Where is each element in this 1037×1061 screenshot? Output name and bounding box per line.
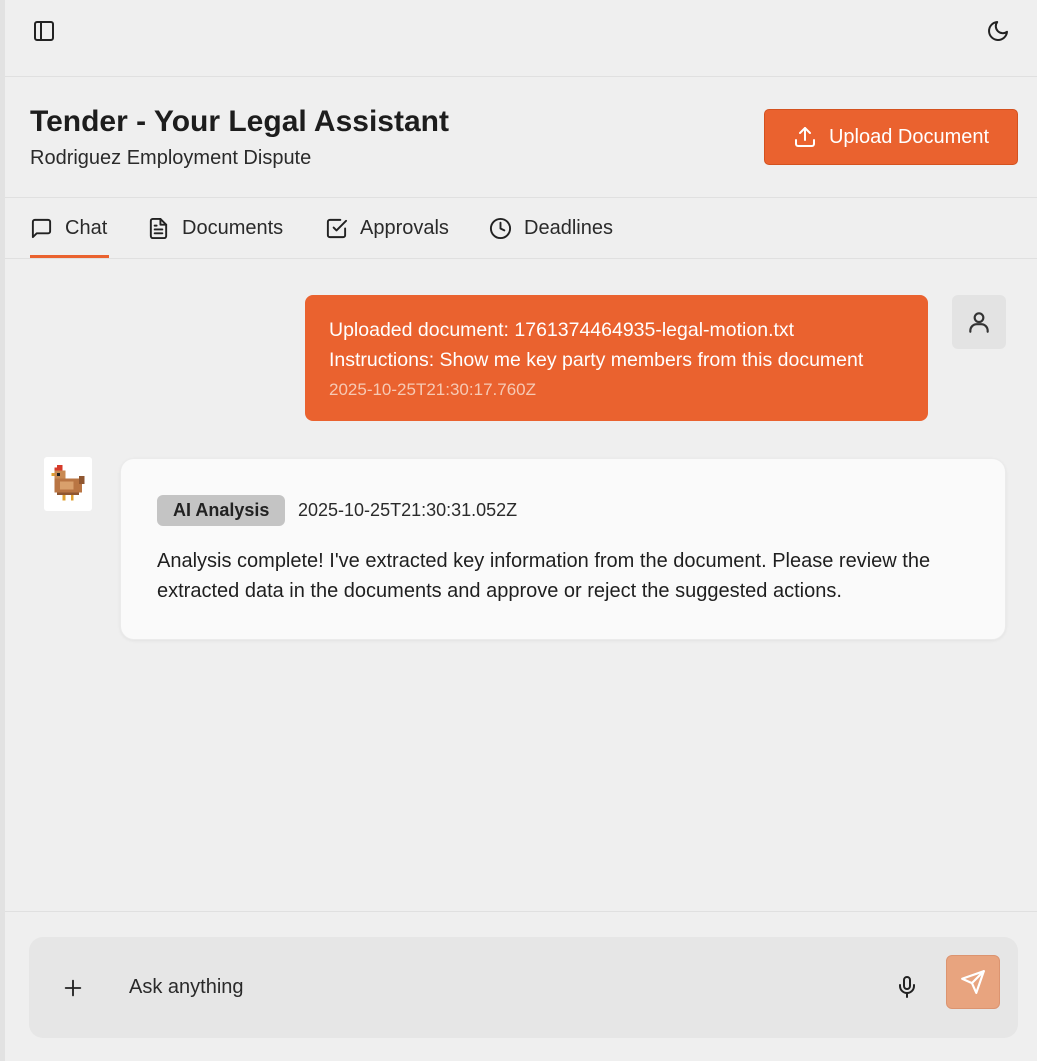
- case-subtitle: Rodriguez Employment Dispute: [30, 147, 312, 169]
- user-message-timestamp: 2025-10-25T21:30:17.760Z: [329, 380, 536, 399]
- upload-document-label: Upload Document: [828, 125, 990, 148]
- chicken-avatar-icon: [51, 464, 85, 501]
- top-bar: [5, 0, 1037, 77]
- tab-chat[interactable]: Chat: [30, 198, 109, 258]
- checkbox-icon: [326, 218, 348, 238]
- tab-documents-label: Documents: [182, 216, 284, 239]
- document-icon: [149, 217, 168, 239]
- tab-documents[interactable]: Documents: [147, 198, 283, 258]
- page-header: Tender - Your Legal Assistant Rodriguez …: [5, 77, 1037, 198]
- plus-icon: [64, 979, 82, 997]
- clock-icon: [489, 217, 512, 239]
- assistant-avatar: [44, 457, 92, 511]
- user-avatar: [952, 295, 1006, 349]
- composer: [29, 937, 1018, 1038]
- app-window: Tender - Your Legal Assistant Rodriguez …: [0, 0, 1037, 1061]
- assistant-message-timestamp: 2025-10-25T21:30:31.052Z: [298, 500, 518, 520]
- upload-document-button[interactable]: Upload Document: [764, 109, 1018, 165]
- upload-icon: [794, 127, 815, 147]
- page-title: Tender - Your Legal Assistant: [30, 105, 449, 138]
- attach-button[interactable]: [59, 974, 87, 1002]
- user-icon: [969, 312, 989, 333]
- chat-bubble-icon: [31, 218, 52, 238]
- user-message-document-line: Uploaded document: 1761374464935-legal-m…: [329, 319, 795, 341]
- send-icon: [961, 970, 985, 994]
- ai-analysis-badge: AI Analysis: [157, 495, 286, 526]
- chat-input[interactable]: [129, 967, 769, 1007]
- sidebar-panel-icon: [34, 21, 54, 41]
- tab-chat-label: Chat: [65, 216, 108, 239]
- microphone-button[interactable]: [893, 969, 921, 1005]
- sidebar-toggle-button[interactable]: [31, 18, 57, 44]
- moon-icon: [988, 21, 1008, 41]
- tab-deadlines-label: Deadlines: [524, 216, 613, 239]
- user-message: Uploaded document: 1761374464935-legal-m…: [305, 295, 928, 421]
- tab-approvals[interactable]: Approvals: [325, 198, 449, 258]
- user-message-instructions-line: Instructions: Show me key party members …: [329, 349, 864, 371]
- theme-toggle-button[interactable]: [985, 18, 1011, 44]
- assistant-message: AI Analysis 2025-10-25T21:30:31.052Z Ana…: [120, 458, 1006, 640]
- tab-deadlines[interactable]: Deadlines: [489, 198, 613, 258]
- microphone-icon: [899, 976, 915, 998]
- assistant-message-text: Analysis complete! I've extracted key in…: [157, 550, 931, 602]
- tab-bar: Chat Documents Approvals Deadlines: [5, 198, 1037, 259]
- composer-area: [5, 911, 1037, 1061]
- tab-approvals-label: Approvals: [360, 216, 449, 239]
- send-button[interactable]: [946, 955, 1000, 1009]
